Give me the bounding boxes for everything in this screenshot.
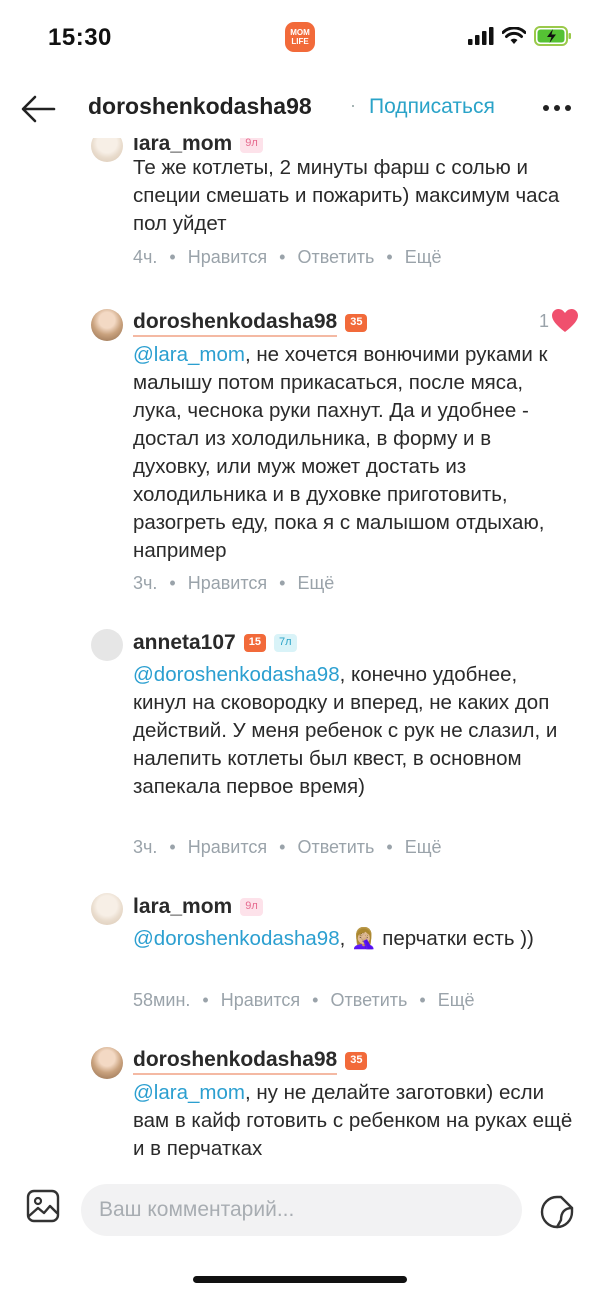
comments-list: lara_mom 9л Те же котлеты, 2 минуты фарш… — [0, 138, 600, 1168]
action-separator: • — [169, 837, 176, 857]
wifi-icon — [502, 27, 526, 44]
user-mention[interactable]: @lara_mom — [133, 343, 245, 366]
comment-time: 3ч. — [133, 573, 158, 593]
comment-time: 58мин. — [133, 990, 191, 1010]
status-time: 15:30 — [48, 24, 112, 51]
more-button[interactable]: Ещё — [405, 247, 442, 268]
header-separator: · — [350, 95, 356, 115]
more-button[interactable]: Ещё — [297, 573, 334, 594]
comment-header: anneta107 15 7л — [133, 629, 297, 657]
action-separator: • — [419, 990, 426, 1010]
reply-button[interactable]: Ответить — [297, 837, 374, 858]
avatar[interactable] — [91, 309, 123, 341]
top-nav-bar: doroshenkodasha98 · Подписаться — [0, 78, 600, 138]
comment-username[interactable]: doroshenkodasha98 — [133, 1048, 338, 1075]
heart-icon — [552, 309, 578, 332]
like-counter[interactable]: 1 — [539, 309, 578, 333]
app-logo-line-2: LIFE — [291, 37, 309, 46]
comment-header: lara_mom 9л — [133, 893, 263, 921]
app-logo: MOM LIFE — [285, 22, 315, 52]
more-button[interactable]: Ещё — [438, 990, 475, 1011]
action-separator: • — [169, 247, 176, 267]
sticker-icon — [540, 1195, 574, 1229]
user-mention[interactable]: @doroshenkodasha98 — [133, 927, 340, 950]
status-bar: 15:30 MOM LIFE — [0, 0, 600, 78]
comment-time: 4ч. — [133, 247, 158, 267]
home-indicator[interactable] — [193, 1276, 407, 1283]
comment-actions: 58мин. • Нравится • Ответить • Ещё — [133, 990, 475, 1011]
battery-icon — [534, 26, 571, 46]
comment-body: , 🤦🏼‍♀️ перчатки есть )) — [339, 927, 534, 950]
app-logo-line-1: MOM — [290, 28, 310, 37]
age-badge: 9л — [240, 138, 263, 153]
action-separator: • — [279, 247, 286, 267]
comment-username[interactable]: doroshenkodasha98 — [133, 310, 338, 337]
level-badge: 15 — [243, 634, 266, 652]
comment-composer — [0, 1168, 600, 1297]
user-mention[interactable]: @doroshenkodasha98 — [133, 663, 340, 686]
comment-text: @lara_mom, не хочется вонючими руками к … — [133, 341, 573, 565]
sticker-button[interactable] — [539, 1194, 575, 1230]
avatar[interactable] — [91, 138, 123, 162]
image-icon — [26, 1189, 60, 1223]
like-button[interactable]: Нравится — [221, 990, 300, 1011]
signal-icon — [468, 27, 494, 45]
comment-body: , не хочется вонючими руками к малышу по… — [133, 343, 548, 562]
like-button[interactable]: Нравится — [188, 247, 267, 268]
like-count: 1 — [538, 310, 549, 331]
comment-time: 3ч. — [133, 837, 158, 857]
like-button[interactable]: Нравится — [188, 837, 267, 858]
more-options-button[interactable] — [543, 97, 577, 119]
comment-text: Те же котлеты, 2 минуты фарш с солью и с… — [133, 154, 573, 238]
action-separator: • — [386, 247, 393, 267]
comment-username[interactable]: lara_mom — [133, 895, 232, 919]
action-separator: • — [279, 573, 286, 593]
system-icons — [468, 26, 572, 46]
action-separator: • — [202, 990, 209, 1010]
arrow-left-icon — [21, 95, 56, 123]
comment-actions: 3ч. • Нравится • Ещё — [133, 573, 334, 594]
dot-icon — [543, 105, 549, 111]
level-badge: 35 — [345, 1052, 368, 1070]
comment-header: doroshenkodasha98 35 — [133, 1047, 368, 1075]
avatar[interactable] — [91, 1047, 123, 1079]
age-badge: 7л — [273, 634, 297, 652]
action-separator: • — [312, 990, 319, 1010]
level-badge: 35 — [345, 314, 368, 332]
dot-icon — [565, 105, 571, 111]
comment-input[interactable] — [81, 1184, 522, 1236]
header-username[interactable]: doroshenkodasha98 — [88, 93, 312, 120]
comment-body: Те же котлеты, 2 минуты фарш с солью и с… — [133, 156, 560, 235]
comment-text: @doroshenkodasha98, 🤦🏼‍♀️ перчатки есть … — [133, 925, 573, 953]
comment-text: @lara_mom, ну не делайте заготовки) если… — [133, 1079, 573, 1163]
comment-username[interactable]: anneta107 — [133, 631, 236, 655]
avatar[interactable] — [91, 629, 123, 661]
back-button[interactable] — [18, 92, 58, 126]
comment-actions: 3ч. • Нравится • Ответить • Ещё — [133, 837, 442, 858]
reply-button[interactable]: Ответить — [330, 990, 407, 1011]
more-button[interactable]: Ещё — [405, 837, 442, 858]
reply-button[interactable]: Ответить — [297, 247, 374, 268]
comment-header: doroshenkodasha98 35 — [133, 309, 368, 337]
dot-icon — [554, 105, 560, 111]
like-button[interactable]: Нравится — [188, 573, 267, 594]
age-badge: 9л — [240, 898, 263, 916]
comment-text: @doroshenkodasha98, конечно удобнее, кин… — [133, 661, 573, 801]
attach-photo-button[interactable] — [26, 1189, 60, 1223]
action-separator: • — [169, 573, 176, 593]
action-separator: • — [386, 837, 393, 857]
comment-actions: 4ч. • Нравится • Ответить • Ещё — [133, 247, 442, 268]
action-separator: • — [279, 837, 286, 857]
avatar[interactable] — [91, 893, 123, 925]
follow-button[interactable]: Подписаться — [369, 95, 495, 119]
user-mention[interactable]: @lara_mom — [133, 1081, 245, 1104]
